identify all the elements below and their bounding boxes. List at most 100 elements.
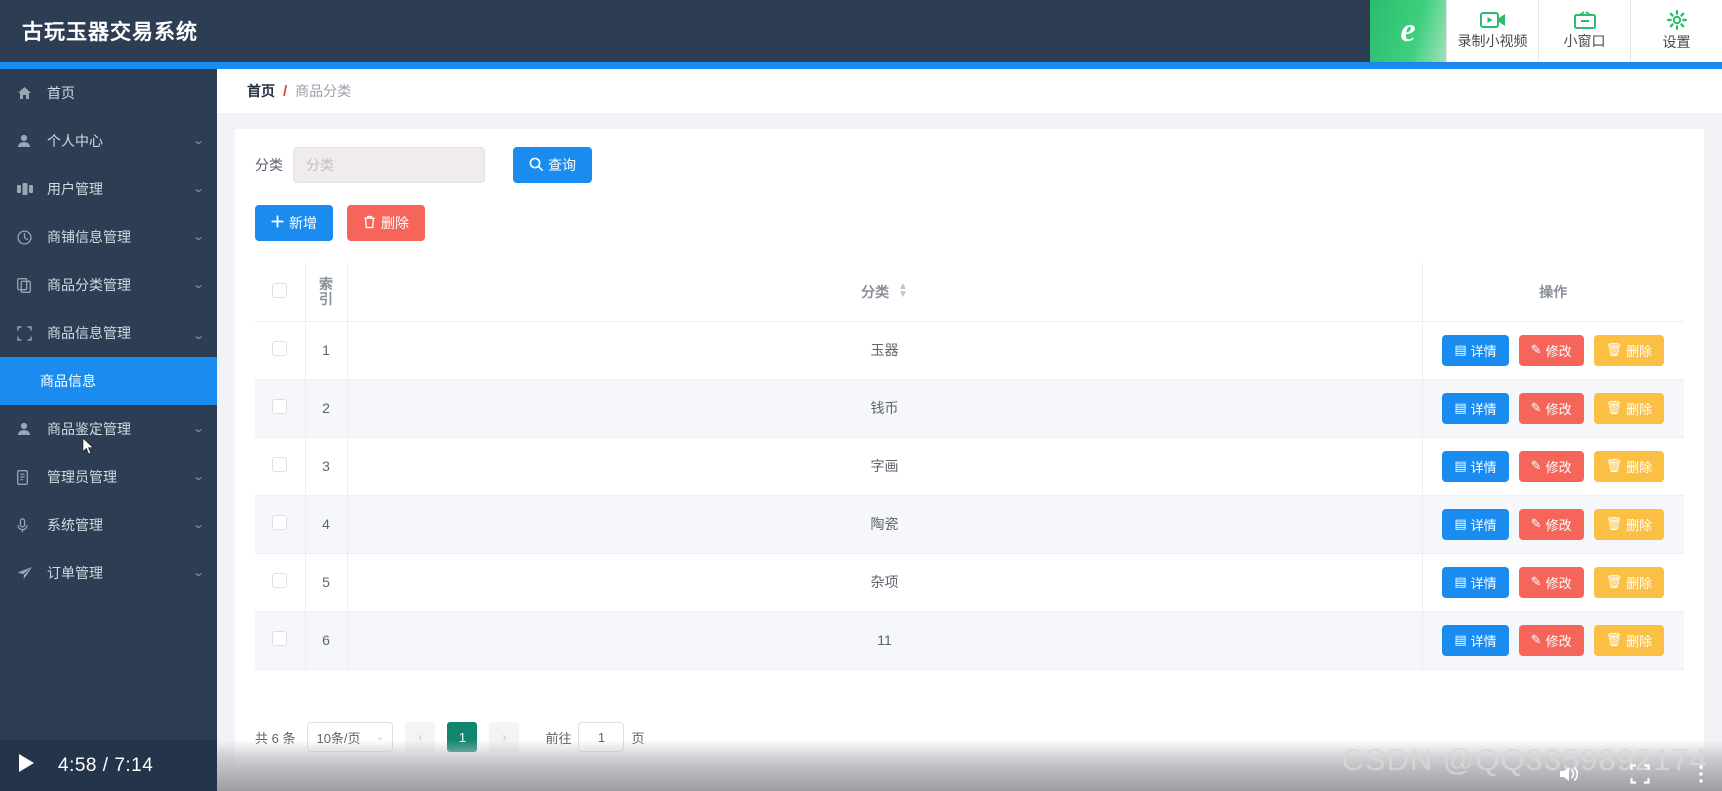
sidebar-item-personal-center[interactable]: 个人中心 ⌄	[0, 117, 217, 165]
category-column-label: 分类	[861, 283, 890, 300]
add-button[interactable]: 新增	[255, 205, 333, 241]
table-body: 1 玉器 ▤ 详情 ✎ 修改 🗑 删除 2 钱币 ▤ 详情 ✎ 修改 🗑 删除 …	[255, 321, 1684, 670]
delete-button-label: 删除	[1626, 517, 1653, 533]
edit-button[interactable]: ✎ 修改	[1518, 450, 1584, 482]
small-window-label: 小窗口	[1563, 33, 1606, 49]
category-column-header[interactable]: 分类 ▲ ▼	[346, 263, 1422, 322]
sidebar-item-home[interactable]: 首页	[0, 69, 217, 117]
detail-button-label: 详情	[1470, 633, 1497, 649]
chevron-down-icon: ⌄	[191, 470, 205, 483]
home-icon	[17, 86, 39, 100]
gear-icon	[1666, 10, 1687, 30]
next-page-button[interactable]: ›	[489, 722, 520, 752]
delete-button[interactable]: 🗑 删除	[1593, 508, 1665, 540]
pencil-icon: ✎	[1530, 574, 1542, 589]
category-filter-label: 分类	[255, 157, 283, 173]
edit-button-label: 修改	[1545, 633, 1572, 649]
sidebar-item-shop-info-management[interactable]: 商铺信息管理 ⌄	[0, 213, 217, 261]
breadcrumb: 首页 / 商品分类	[217, 69, 1722, 113]
detail-button-label: 详情	[1470, 343, 1497, 359]
delete-button[interactable]: 🗑 删除	[1593, 624, 1665, 656]
select-all-checkbox[interactable]	[272, 282, 288, 298]
page-number-1[interactable]: 1	[447, 722, 478, 752]
app-title: 古玩玉器交易系统	[22, 21, 198, 44]
app-root: 古玩玉器交易系统 e 录制小视频 小窗口 设置 首页 个人中心 ⌄ 用户管理 ⌄…	[0, 0, 1722, 791]
copy-icon	[17, 277, 39, 293]
record-video-button[interactable]: 录制小视频	[1446, 0, 1538, 62]
sidebar-subitem-product-info-label: 商品信息	[40, 373, 96, 389]
sidebar-item-product-appraisal-management[interactable]: 商品鉴定管理 ⌄	[0, 405, 217, 453]
sidebar-item-admin-management[interactable]: 管理员管理 ⌄	[0, 453, 217, 501]
detail-button-label: 详情	[1470, 459, 1497, 475]
edit-button[interactable]: ✎ 修改	[1518, 392, 1584, 424]
sidebar-item-product-category-management[interactable]: 商品分类管理 ⌄	[0, 261, 217, 309]
row-category: 玉器	[346, 321, 1422, 380]
category-table: 索 引 分类 ▲ ▼ 操作 1 玉器 ▤ 详情 ✎ 修改 🗑 删除 2 钱币 ▤…	[255, 263, 1684, 670]
row-checkbox[interactable]	[272, 631, 288, 646]
prev-page-button[interactable]: ‹	[405, 722, 436, 752]
delete-button[interactable]: 🗑 删除	[1593, 450, 1665, 482]
query-button[interactable]: 查询	[513, 147, 592, 183]
sidebar-item-order-management[interactable]: 订单管理 ⌄	[0, 549, 217, 597]
trash-icon: 🗑	[1605, 458, 1623, 473]
document-icon: ▤	[1454, 458, 1467, 473]
detail-button[interactable]: ▤ 详情	[1442, 334, 1509, 366]
operation-column-header: 操作	[1421, 263, 1684, 322]
pencil-icon: ✎	[1530, 458, 1542, 473]
sidebar-item-user-management[interactable]: 用户管理 ⌄	[0, 165, 217, 213]
detail-button[interactable]: ▤ 详情	[1442, 508, 1509, 540]
row-checkbox[interactable]	[272, 573, 288, 588]
breadcrumb-home[interactable]: 首页	[247, 81, 275, 101]
document-icon: ▤	[1454, 342, 1467, 357]
row-index: 1	[304, 321, 347, 380]
select-all-header	[255, 263, 305, 322]
row-select-cell	[255, 437, 305, 496]
jump-page-input[interactable]	[578, 722, 625, 752]
breadcrumb-current: 商品分类	[295, 83, 352, 99]
row-operations: ▤ 详情 ✎ 修改 🗑 删除	[1421, 437, 1684, 496]
row-checkbox[interactable]	[272, 515, 288, 530]
edit-button-label: 修改	[1545, 517, 1572, 533]
row-checkbox[interactable]	[272, 341, 288, 356]
users-icon	[17, 183, 39, 195]
row-operations: ▤ 详情 ✎ 修改 🗑 删除	[1421, 611, 1684, 670]
row-category: 字画	[346, 437, 1422, 496]
detail-button[interactable]: ▤ 详情	[1442, 450, 1509, 482]
detail-button[interactable]: ▤ 详情	[1442, 566, 1509, 598]
delete-button[interactable]: 🗑 删除	[1593, 392, 1665, 424]
sidebar-item-home-label: 首页	[47, 85, 75, 101]
page-size-select[interactable]: 10条/页 ⌄	[307, 722, 394, 752]
delete-button-label: 删除	[1626, 633, 1653, 649]
table-header-row: 索 引 分类 ▲ ▼ 操作	[255, 263, 1684, 322]
small-window-button[interactable]: 小窗口	[1538, 0, 1630, 62]
table-row: 2 钱币 ▤ 详情 ✎ 修改 🗑 删除	[255, 379, 1684, 438]
pencil-icon: ✎	[1530, 516, 1542, 531]
trash-icon: 🗑	[1605, 632, 1623, 647]
recorder-settings-button[interactable]: 设置	[1630, 0, 1722, 62]
sidebar-subitem-product-info[interactable]: 商品信息	[0, 357, 217, 405]
sidebar-item-product-info-management[interactable]: 商品信息管理 ⌃	[0, 309, 217, 357]
row-category: 杂项	[346, 553, 1422, 612]
detail-button[interactable]: ▤ 详情	[1442, 624, 1509, 656]
main-content: 首页 / 商品分类 分类 查询	[217, 69, 1722, 791]
sidebar-item-system-management[interactable]: 系统管理 ⌄	[0, 501, 217, 549]
recorder-settings-label: 设置	[1662, 34, 1691, 50]
delete-button[interactable]: 🗑 删除	[1593, 334, 1665, 366]
edit-button[interactable]: ✎ 修改	[1518, 508, 1584, 540]
delete-button[interactable]: 🗑 删除	[1593, 566, 1665, 598]
batch-delete-button[interactable]: 删除	[347, 205, 425, 241]
sidebar-item-order-management-label: 订单管理	[47, 565, 103, 581]
edit-button[interactable]: ✎ 修改	[1518, 624, 1584, 656]
category-search-input[interactable]	[293, 147, 485, 183]
edit-button-label: 修改	[1545, 343, 1572, 359]
send-icon	[17, 566, 39, 580]
sort-toggle-icon[interactable]: ▲ ▼	[898, 281, 908, 299]
row-checkbox[interactable]	[272, 399, 288, 414]
delete-button-label: 删除	[1626, 343, 1653, 359]
edit-button[interactable]: ✎ 修改	[1518, 334, 1584, 366]
document-icon: ▤	[1454, 400, 1467, 415]
edit-button[interactable]: ✎ 修改	[1518, 566, 1584, 598]
detail-button[interactable]: ▤ 详情	[1442, 392, 1509, 424]
sidebar-item-personal-center-label: 个人中心	[47, 133, 103, 149]
row-checkbox[interactable]	[272, 457, 288, 472]
